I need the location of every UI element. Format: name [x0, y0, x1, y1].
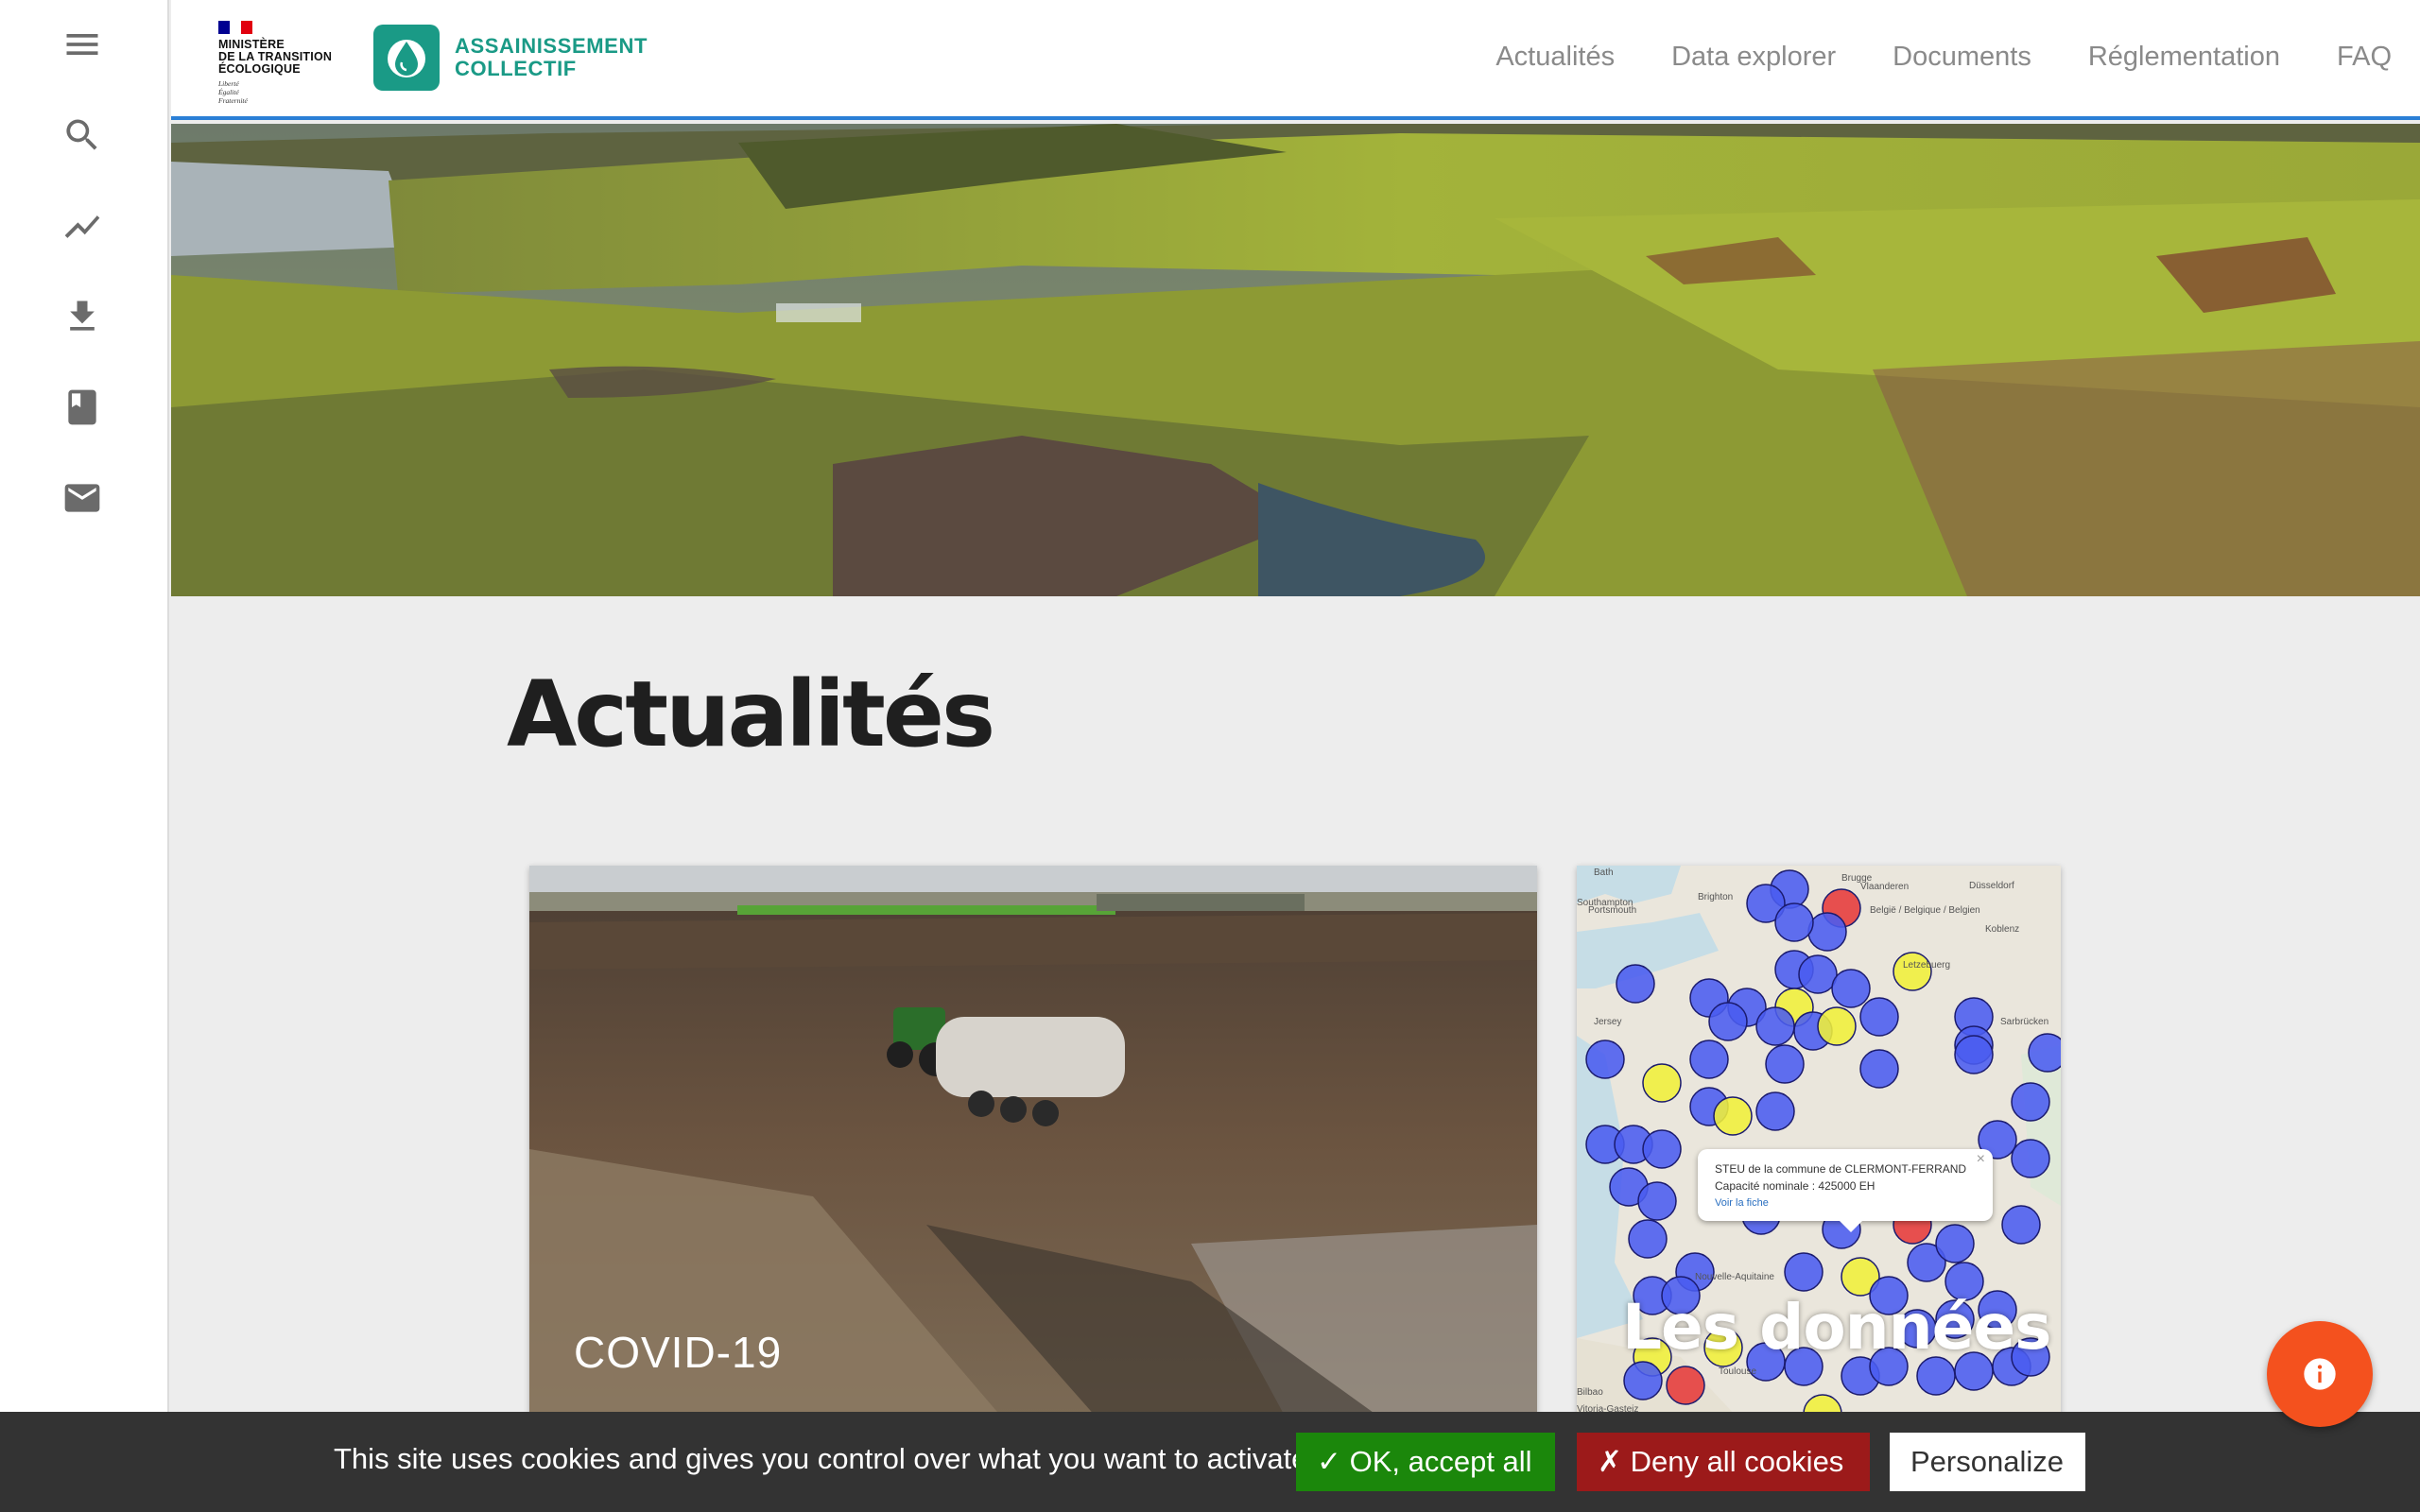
map-marker[interactable]: [1623, 1361, 1663, 1400]
hero-image: [171, 124, 2420, 596]
map-place-label: Düsseldorf: [1969, 881, 2014, 891]
map-marker[interactable]: [1859, 1049, 1899, 1089]
map-place-label: Bath: [1594, 868, 1614, 878]
nav-data-explorer[interactable]: Data explorer: [1671, 42, 1836, 73]
motto-line-2: Égalité: [218, 88, 239, 96]
map-place-label: Vlaanderen: [1860, 882, 1909, 892]
map-marker[interactable]: [1784, 1252, 1824, 1292]
map-place-label: Nouvelle-Aquitaine: [1695, 1272, 1774, 1282]
map-place-label: België / Belgique / Belgien: [1870, 905, 1980, 916]
nav-faq[interactable]: FAQ: [2337, 42, 2392, 73]
map-place-label: Jersey: [1594, 1017, 1621, 1027]
site-logo[interactable]: ASSAINISSEMENT COLLECTIF: [373, 25, 648, 91]
nav-reglementation[interactable]: Réglementation: [2088, 42, 2280, 73]
map-place-label: Sarbrücken: [2000, 1017, 2048, 1027]
map-place-label: Bilbao: [1577, 1387, 1603, 1398]
header: MINISTÈRE DE LA TRANSITION ÉCOLOGIQUE Li…: [171, 0, 2420, 120]
map-place-label: Letzebuerg: [1903, 960, 1950, 971]
card-label: Les données: [1622, 1291, 2051, 1364]
map-marker[interactable]: [1798, 954, 1838, 994]
map-marker[interactable]: [1642, 1129, 1682, 1169]
main-nav: Actualités Data explorer Documents Régle…: [1439, 42, 2392, 73]
cookie-message: This site uses cookies and gives you con…: [334, 1442, 1308, 1475]
map-marker[interactable]: [1689, 1040, 1729, 1079]
map-place-label: Portsmouth: [1588, 905, 1636, 916]
site-name: ASSAINISSEMENT COLLECTIF: [455, 35, 648, 80]
book-icon[interactable]: [54, 379, 111, 436]
map-marker[interactable]: [2028, 1033, 2061, 1073]
motto-line-3: Fraternité: [218, 96, 248, 105]
popup-close-icon[interactable]: ×: [1977, 1151, 1985, 1168]
news-card-data[interactable]: Bath Brugge Düsseldorf Southampton Brighton P…: [1577, 866, 2061, 1418]
map-marker[interactable]: [1755, 1091, 1795, 1131]
nav-actualites[interactable]: Actualités: [1495, 42, 1615, 73]
popup-station-name: STEU de la commune de CLERMONT-FERRAND: [1715, 1162, 1967, 1176]
nav-documents[interactable]: Documents: [1893, 42, 2031, 73]
personalize-cookies-button[interactable]: Personalize: [1890, 1433, 2085, 1491]
accept-cookies-button[interactable]: ✓ OK, accept all: [1296, 1433, 1555, 1491]
map-marker[interactable]: [1954, 1035, 1994, 1074]
cookie-banner: This site uses cookies and gives you con…: [0, 1412, 2420, 1512]
map-marker[interactable]: [1859, 997, 1899, 1037]
water-drop-icon: [373, 25, 440, 91]
map-marker[interactable]: [1755, 1006, 1795, 1046]
map-marker[interactable]: [1774, 902, 1814, 942]
map-marker[interactable]: [2011, 1082, 2050, 1122]
card-label: COVID-19: [574, 1328, 783, 1377]
sidebar: [0, 0, 169, 1512]
ministry-name: MINISTÈRE DE LA TRANSITION ÉCOLOGIQUE: [218, 39, 351, 76]
popup-capacity: Capacité nominale : 425000 EH: [1715, 1179, 1876, 1193]
map-place-label: Toulouse: [1719, 1366, 1756, 1377]
map-marker[interactable]: [1585, 1040, 1625, 1079]
site-name-line-1: ASSAINISSEMENT: [455, 34, 648, 58]
ministry-logo[interactable]: MINISTÈRE DE LA TRANSITION ÉCOLOGIQUE Li…: [218, 21, 351, 106]
deny-cookies-button[interactable]: ✗ Deny all cookies: [1577, 1433, 1870, 1491]
menu-icon[interactable]: [54, 16, 111, 73]
ministry-motto: Liberté Égalité Fraternité: [218, 79, 351, 105]
ministry-line-3: ÉCOLOGIQUE: [218, 62, 301, 76]
map-marker[interactable]: [1935, 1224, 1975, 1263]
page-title: Actualités: [507, 662, 995, 767]
site-name-line-2: COLLECTIF: [455, 57, 577, 80]
map-marker[interactable]: [1666, 1366, 1705, 1405]
map-place-label: Brighton: [1698, 892, 1733, 902]
map-popup: × STEU de la commune de CLERMONT-FERRAND…: [1698, 1149, 1993, 1232]
map-marker[interactable]: [2011, 1139, 2050, 1178]
map-marker[interactable]: [1708, 1002, 1748, 1041]
map-marker[interactable]: [1807, 912, 1847, 952]
map-marker[interactable]: [1637, 1181, 1677, 1221]
motto-line-1: Liberté: [218, 79, 239, 88]
popup-details-link[interactable]: Voir la fiche: [1715, 1194, 1976, 1211]
mail-icon[interactable]: [54, 470, 111, 526]
map-marker[interactable]: [1642, 1063, 1682, 1103]
map-marker[interactable]: [1713, 1096, 1753, 1136]
map-marker[interactable]: [1893, 952, 1932, 991]
map-marker[interactable]: [1817, 1006, 1857, 1046]
search-icon[interactable]: [54, 107, 111, 163]
map-marker[interactable]: [2001, 1205, 2041, 1245]
info-icon: [2304, 1358, 2336, 1390]
map-marker[interactable]: [1628, 1219, 1668, 1259]
chart-icon[interactable]: [54, 198, 111, 255]
map-marker[interactable]: [1831, 969, 1871, 1008]
map-marker[interactable]: [1765, 1044, 1805, 1084]
french-flag-icon: [218, 21, 252, 34]
map-marker[interactable]: [1616, 964, 1655, 1004]
info-button[interactable]: [2267, 1321, 2373, 1427]
map-place-label: Koblenz: [1985, 924, 2019, 935]
news-card-covid[interactable]: COVID-19: [529, 866, 1537, 1418]
download-icon[interactable]: [54, 288, 111, 345]
